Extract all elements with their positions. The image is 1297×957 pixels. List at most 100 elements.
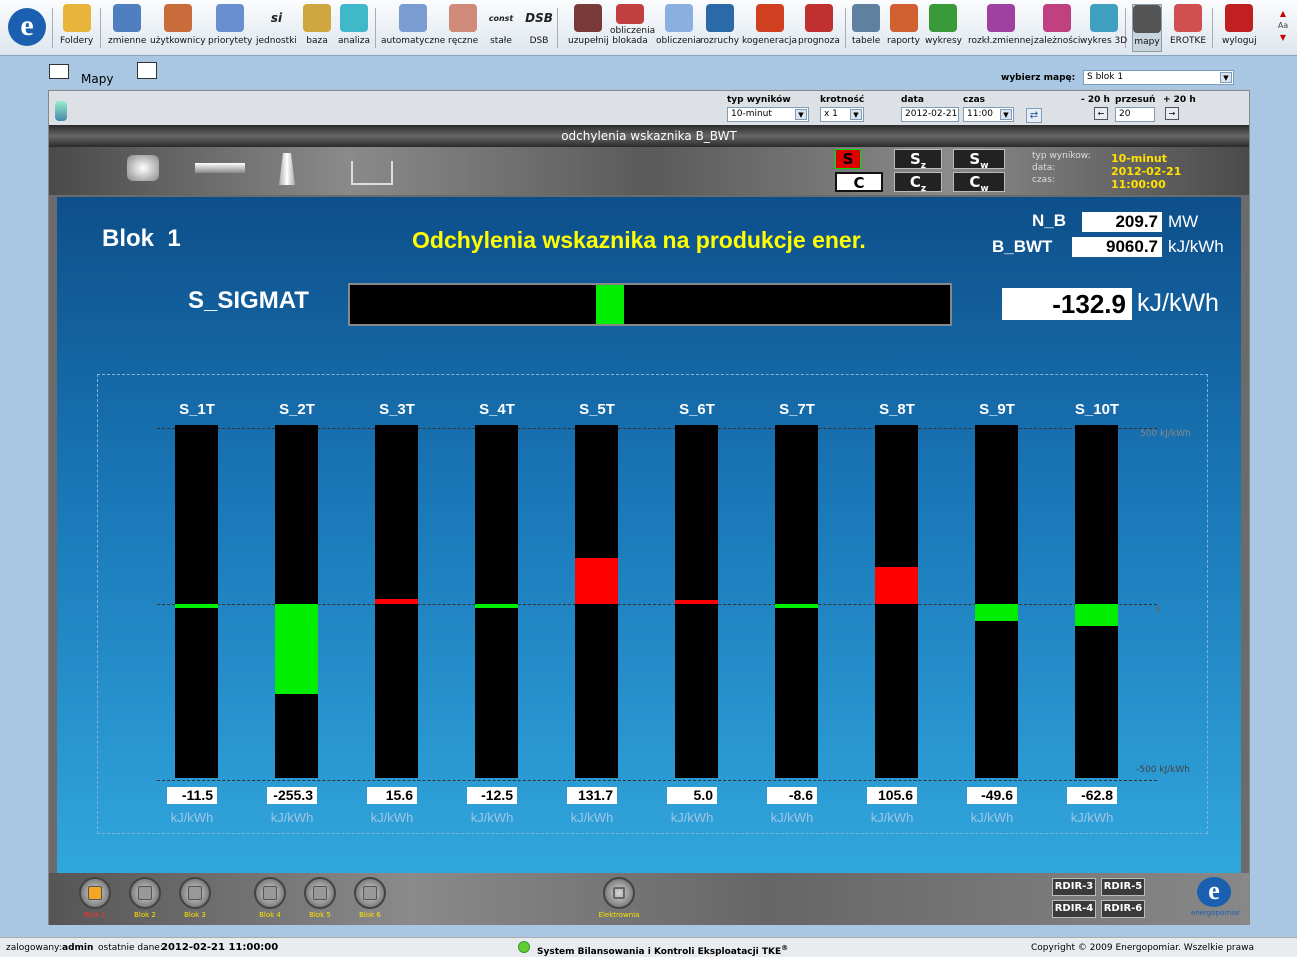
block-1-button[interactable]: Blok 1 bbox=[77, 877, 113, 919]
rdir-6-button[interactable]: RDIR-6 bbox=[1101, 900, 1145, 918]
toolbar-manual-button[interactable]: ręczne bbox=[448, 4, 478, 52]
bar-track bbox=[175, 425, 218, 778]
toolbar-separator bbox=[375, 8, 376, 48]
bbwt-label: B_BWT bbox=[992, 237, 1053, 256]
sw-button[interactable]: Sw bbox=[953, 149, 1005, 171]
toolbar-logout-button[interactable]: wyloguj bbox=[1222, 4, 1257, 52]
pipe-icon[interactable] bbox=[195, 163, 245, 173]
bar-track bbox=[875, 425, 918, 778]
page-subtitle: Odchylenia wskaznika na produkcje ener. bbox=[412, 227, 866, 253]
sz-button[interactable]: Sz bbox=[894, 149, 942, 171]
toolbar-folder-button[interactable]: Foldery bbox=[60, 4, 93, 52]
toolbar-label: raporty bbox=[887, 36, 920, 46]
toolbar-pie-chart-button[interactable]: priorytety bbox=[208, 4, 252, 52]
font-size-icon[interactable]: ▲ Aa ▼ bbox=[1276, 8, 1290, 48]
scale-zero-label: 0 bbox=[1155, 605, 1161, 615]
pie-chart-icon bbox=[216, 4, 245, 32]
rdir-4-button[interactable]: RDIR-4 bbox=[1052, 900, 1096, 918]
toolbar-const-button[interactable]: const stałe bbox=[487, 4, 515, 52]
toolbar-dsb-button[interactable]: DSB DSB bbox=[525, 4, 553, 52]
rdir-3-button[interactable]: RDIR-3 bbox=[1052, 878, 1096, 896]
cooling-tower-icon[interactable] bbox=[279, 153, 295, 185]
toolbar-auto-calc-button[interactable]: automatyczne bbox=[381, 4, 445, 52]
cz-button[interactable]: Cz bbox=[894, 172, 942, 194]
toolbar-label: rozruchy bbox=[700, 36, 740, 46]
toolbar-forecast-button[interactable]: prognoza bbox=[798, 4, 840, 52]
chimney-icon[interactable] bbox=[351, 161, 393, 185]
time-select[interactable]: 11:00 ▼ bbox=[963, 107, 1014, 122]
bbwt-unit: kJ/kWh bbox=[1168, 237, 1224, 256]
block-4-button[interactable]: Blok 4 bbox=[252, 877, 288, 919]
bar-fill bbox=[275, 604, 318, 694]
toolbar-database-button[interactable]: baza bbox=[303, 4, 331, 52]
cw-button[interactable]: Cw bbox=[953, 172, 1005, 194]
bar-fill bbox=[675, 600, 718, 604]
toolbar-dependency-button[interactable]: zależności bbox=[1034, 4, 1080, 52]
toolbar-analysis-button[interactable]: analiza bbox=[338, 4, 370, 52]
bar-value: 5.0 bbox=[667, 787, 717, 804]
map-icon[interactable] bbox=[49, 64, 69, 79]
toolbar-distribution-button[interactable]: rozkł.zmiennej bbox=[968, 4, 1033, 52]
block-label: Blok 2 bbox=[134, 911, 156, 919]
toolbar-report-button[interactable]: raporty bbox=[887, 4, 920, 52]
hmi-display: odchylenia wskaznika B_BWT S C Sz Cz Sw … bbox=[49, 125, 1249, 925]
info-time-label: czas: bbox=[1032, 175, 1055, 185]
shift-input[interactable]: 20 bbox=[1115, 107, 1155, 122]
bar-fill bbox=[175, 604, 218, 609]
app-logo-icon[interactable]: e bbox=[8, 8, 46, 46]
toolbar-chart-3d-button[interactable]: wykres 3D bbox=[1080, 4, 1127, 52]
turbine-icon[interactable] bbox=[127, 155, 159, 181]
block-5-button[interactable]: Blok 5 bbox=[302, 877, 338, 919]
shift-back-button[interactable]: ← bbox=[1094, 107, 1108, 120]
block-2-button[interactable]: Blok 2 bbox=[127, 877, 163, 919]
toolbar-map-button[interactable]: mapy bbox=[1132, 4, 1162, 52]
users-icon bbox=[163, 4, 192, 32]
toolbar-label: kogeneracja bbox=[742, 36, 798, 46]
refresh-button[interactable]: ⇄ bbox=[1026, 108, 1042, 123]
bar-unit: kJ/kWh bbox=[770, 810, 814, 825]
info-type-label: typ wynikow: bbox=[1032, 151, 1091, 161]
toolbar-fill-button[interactable]: uzupełnij bbox=[568, 4, 609, 52]
toolbar-calculator-button[interactable]: obliczenia bbox=[656, 4, 701, 52]
toolbar-erotke-button[interactable]: EROTKE bbox=[1170, 4, 1206, 52]
toolbar-label: DSB bbox=[529, 36, 549, 46]
logout-icon bbox=[1225, 4, 1254, 32]
block-3-button[interactable]: Blok 3 bbox=[177, 877, 213, 919]
toolbar-table-button[interactable]: tabele bbox=[852, 4, 880, 52]
elektrownia-button[interactable]: Elektrownia bbox=[599, 877, 639, 919]
map-select[interactable]: S blok 1 ▼ bbox=[1083, 70, 1234, 85]
sigmat-bar-fill bbox=[596, 285, 625, 324]
toolbar-calc-lock-button[interactable]: obliczenia blokada bbox=[610, 4, 655, 52]
result-type-select[interactable]: 10-minut ▼ bbox=[727, 107, 809, 122]
toolbar-cogeneration-button[interactable]: kogeneracja bbox=[742, 4, 797, 52]
toolbar-label: EROTKE bbox=[1170, 36, 1207, 46]
toolbar-variables-button[interactable]: zmienne bbox=[108, 4, 146, 52]
toolbar-separator bbox=[845, 8, 846, 48]
block-6-button[interactable]: Blok 6 bbox=[352, 877, 388, 919]
new-map-icon[interactable] bbox=[137, 62, 157, 79]
s-button[interactable]: S bbox=[835, 149, 861, 169]
rdir-5-button[interactable]: RDIR-5 bbox=[1101, 878, 1145, 896]
multiplicity-value: x 1 bbox=[824, 109, 838, 119]
toolbar-label: baza bbox=[306, 36, 328, 46]
toolbar-gear-button[interactable]: rozruchy bbox=[700, 4, 739, 52]
bar-label: S_1T bbox=[179, 401, 215, 418]
bar-unit: kJ/kWh bbox=[370, 810, 414, 825]
toolbar-charts-button[interactable]: wykresy bbox=[925, 4, 962, 52]
copyright: Copyright © 2009 Energopomiar. Wszelkie … bbox=[1031, 943, 1255, 953]
block-indicator bbox=[363, 886, 377, 900]
toolbar-si-units-button[interactable]: si jednostki bbox=[256, 4, 297, 52]
multiplicity-select[interactable]: x 1 ▼ bbox=[820, 107, 864, 122]
toolbar-label: automatyczne bbox=[381, 36, 446, 46]
bar-track bbox=[1075, 425, 1118, 778]
c-button[interactable]: C bbox=[835, 172, 883, 192]
info-date-label: data: bbox=[1032, 163, 1056, 173]
toolbar-label: analiza bbox=[338, 36, 370, 46]
date-input[interactable]: 2012-02-21 bbox=[901, 107, 959, 122]
block-icon bbox=[254, 877, 286, 909]
result-type-label: typ wyników bbox=[727, 95, 791, 105]
toolbar-users-button[interactable]: użytkownicy bbox=[150, 4, 206, 52]
shift-forward-button[interactable]: → bbox=[1165, 107, 1179, 120]
logo-text: energopomiar bbox=[1191, 909, 1241, 917]
block-title: Blok 1 bbox=[102, 225, 181, 252]
